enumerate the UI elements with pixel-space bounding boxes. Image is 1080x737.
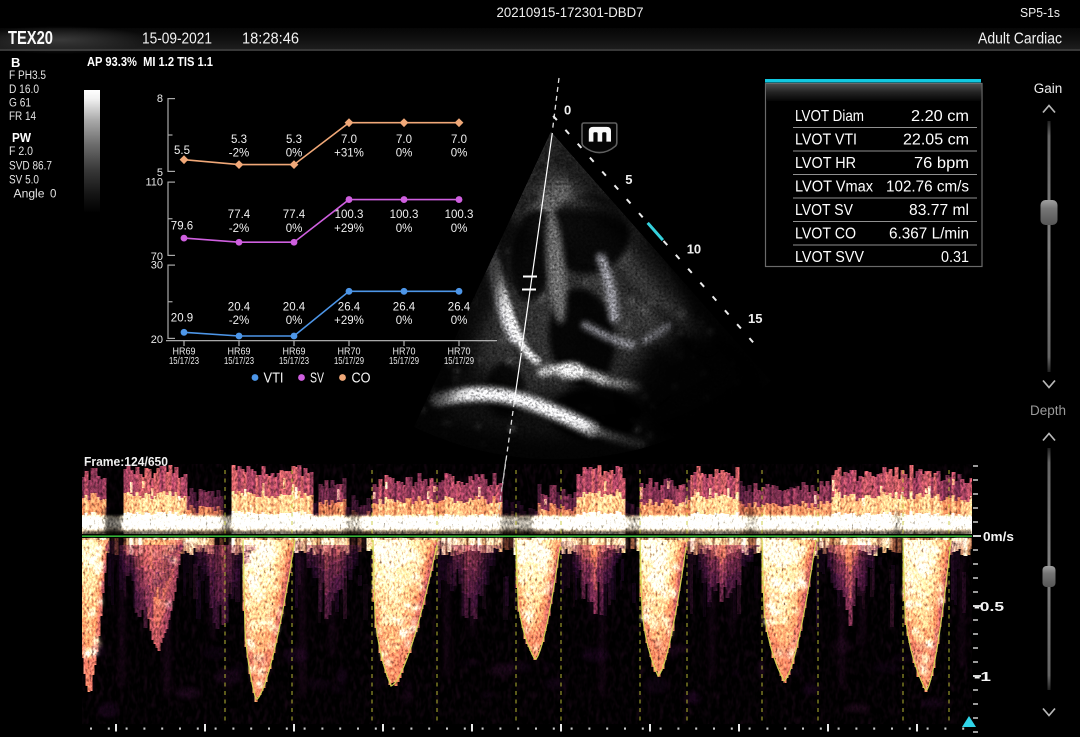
svg-text:102.76 cm/s: 102.76 cm/s — [886, 179, 969, 196]
svg-text:SV: SV — [310, 371, 324, 387]
svg-text:15/17/29: 15/17/29 — [444, 355, 474, 367]
svg-text:LVOT Diam: LVOT Diam — [795, 108, 864, 125]
svg-text:AP 93.3% MI 1.2 TIS 1.1: AP 93.3% MI 1.2 TIS 1.1 — [87, 54, 213, 69]
svg-text:20.4: 20.4 — [228, 302, 251, 314]
svg-text:76 bpm: 76 bpm — [914, 155, 969, 172]
svg-text:100.3: 100.3 — [335, 209, 364, 221]
svg-text:G 61: G 61 — [9, 97, 31, 109]
svg-text:6.367 L/min: 6.367 L/min — [889, 226, 969, 243]
svg-text:0: 0 — [564, 103, 571, 118]
svg-text:5.3: 5.3 — [286, 134, 302, 146]
svg-text:+29%: +29% — [334, 315, 364, 327]
svg-text:-0.5: -0.5 — [974, 599, 1004, 614]
svg-text:26.4: 26.4 — [393, 302, 416, 314]
svg-text:Gain: Gain — [1034, 81, 1063, 96]
svg-text:7.0: 7.0 — [396, 134, 412, 146]
svg-text:15/17/23: 15/17/23 — [169, 355, 199, 367]
svg-text:Depth: Depth — [1030, 403, 1066, 418]
svg-text:PW: PW — [12, 130, 32, 145]
svg-text:5: 5 — [625, 172, 632, 187]
svg-text:-2%: -2% — [229, 315, 249, 327]
svg-text:15/17/29: 15/17/29 — [334, 355, 364, 367]
svg-text:-1: -1 — [974, 669, 991, 684]
svg-text:100.3: 100.3 — [445, 209, 474, 221]
svg-text:LVOT Vmax: LVOT Vmax — [795, 179, 873, 196]
svg-text:26.4: 26.4 — [448, 302, 471, 314]
svg-text:100.3: 100.3 — [390, 209, 419, 221]
svg-text:LVOT SV: LVOT SV — [795, 202, 853, 219]
svg-text:0.31: 0.31 — [941, 249, 969, 266]
svg-text:15/17/29: 15/17/29 — [389, 355, 419, 367]
svg-text:0: 0 — [50, 189, 56, 201]
svg-text:79.6: 79.6 — [171, 221, 193, 233]
svg-text:0%: 0% — [451, 148, 468, 160]
svg-text:LVOT SVV: LVOT SVV — [795, 249, 864, 266]
svg-text:F 2.0: F 2.0 — [9, 146, 33, 158]
svg-text:7.0: 7.0 — [451, 134, 467, 146]
svg-text:FR 14: FR 14 — [9, 111, 37, 123]
svg-text:+31%: +31% — [334, 148, 364, 160]
svg-text:15-09-2021: 15-09-2021 — [142, 31, 212, 48]
svg-text:-2%: -2% — [229, 148, 249, 160]
svg-text:TEX20: TEX20 — [8, 28, 53, 48]
svg-text:15: 15 — [748, 311, 762, 326]
svg-text:77.4: 77.4 — [228, 209, 251, 221]
svg-text:-2%: -2% — [229, 223, 249, 235]
svg-text:0%: 0% — [396, 148, 413, 160]
svg-text:83.77 ml: 83.77 ml — [909, 202, 969, 219]
svg-text:15/17/23: 15/17/23 — [224, 355, 254, 367]
svg-text:SV 5.0: SV 5.0 — [9, 174, 39, 186]
svg-text:+29%: +29% — [334, 223, 364, 235]
svg-text:22.05 cm: 22.05 cm — [903, 132, 969, 149]
svg-text:LVOT VTI: LVOT VTI — [795, 132, 857, 149]
svg-text:0%: 0% — [451, 223, 468, 235]
svg-text:10: 10 — [687, 241, 701, 256]
svg-text:110: 110 — [145, 177, 163, 189]
svg-text:0%: 0% — [286, 148, 303, 160]
svg-text:5.3: 5.3 — [231, 134, 247, 146]
svg-text:26.4: 26.4 — [338, 302, 361, 314]
svg-text:0%: 0% — [286, 315, 303, 327]
svg-text:LVOT HR: LVOT HR — [795, 155, 856, 172]
svg-text:D 16.0: D 16.0 — [9, 84, 39, 96]
svg-text:20.9: 20.9 — [171, 313, 193, 325]
svg-text:20: 20 — [151, 334, 163, 346]
svg-text:Adult Cardiac: Adult Cardiac — [978, 31, 1062, 48]
svg-text:0m/s: 0m/s — [983, 529, 1014, 544]
svg-text:2.20 cm: 2.20 cm — [911, 108, 969, 125]
svg-text:F PH3.5: F PH3.5 — [9, 70, 46, 82]
svg-text:5.5: 5.5 — [174, 145, 190, 157]
svg-text:8: 8 — [157, 93, 163, 105]
svg-text:B: B — [11, 55, 20, 70]
svg-text:Angle: Angle — [14, 189, 45, 201]
svg-text:VTI: VTI — [264, 371, 284, 387]
svg-text:0%: 0% — [286, 223, 303, 235]
svg-text:0%: 0% — [451, 315, 468, 327]
svg-text:15/17/23: 15/17/23 — [279, 355, 309, 367]
svg-text:20210915-172301-DBD7: 20210915-172301-DBD7 — [497, 4, 644, 20]
svg-text:18:28:46: 18:28:46 — [242, 31, 299, 48]
svg-text:20.4: 20.4 — [283, 302, 306, 314]
svg-text:SP5-1s: SP5-1s — [1020, 5, 1060, 20]
svg-text:0%: 0% — [396, 315, 413, 327]
svg-text:CO: CO — [352, 371, 371, 387]
svg-text:0%: 0% — [396, 223, 413, 235]
svg-text:LVOT CO: LVOT CO — [795, 226, 856, 243]
svg-text:SVD 86.7: SVD 86.7 — [9, 160, 52, 172]
svg-text:77.4: 77.4 — [283, 209, 306, 221]
svg-text:7.0: 7.0 — [341, 134, 357, 146]
svg-text:30: 30 — [151, 260, 163, 272]
